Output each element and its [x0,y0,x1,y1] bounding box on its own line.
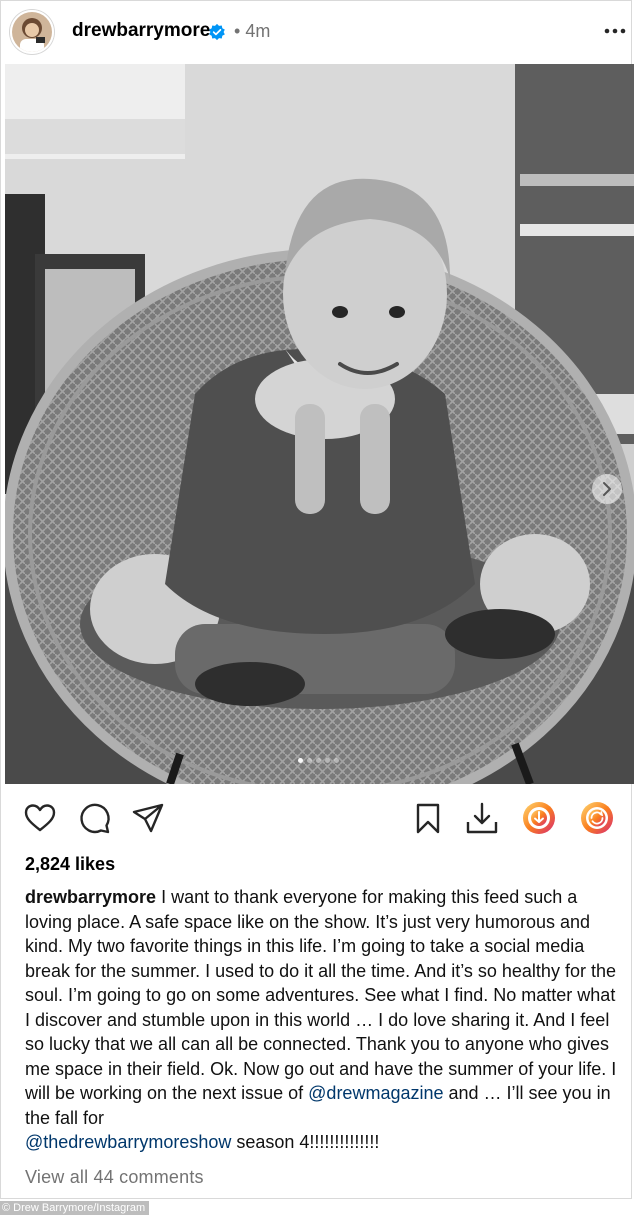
send-icon[interactable] [130,800,166,836]
username[interactable]: drewbarrymore [72,20,210,42]
carousel-indicator [1,758,634,766]
carousel-dot [306,758,312,763]
carousel-dot [324,758,330,763]
caption-text: I want to thank everyone for making this… [25,887,617,1103]
repost-icon[interactable] [579,800,615,836]
download-icon[interactable] [464,800,500,836]
bookmark-icon[interactable] [410,800,446,836]
photo-illustration [5,64,634,784]
post-header: drewbarrymore • 4m [1,1,633,63]
verified-badge-icon [209,23,225,41]
mention-link-drewmagazine[interactable]: @drewmagazine [308,1083,443,1103]
download-circle-icon[interactable] [521,800,557,836]
more-options-icon[interactable] [601,21,629,41]
chevron-right-icon [603,482,611,496]
carousel-dot [315,758,321,763]
post-timestamp: • 4m [234,21,270,42]
caption-username[interactable]: drewbarrymore [25,887,156,907]
post-photo[interactable] [5,64,634,784]
comment-icon[interactable] [76,800,112,836]
time-ago: 4m [245,21,271,41]
caption-text-3: season 4!!!!!!!!!!!!!! [231,1132,380,1152]
post-caption: drewbarrymore I want to thank everyone f… [25,885,621,1155]
view-comments-link[interactable]: View all 44 comments [25,1167,204,1188]
separator-dot: • [234,21,241,41]
likes-count[interactable]: 2,824 likes [25,854,115,875]
heart-icon[interactable] [22,800,58,836]
action-bar [1,796,633,840]
post-card: drewbarrymore • 4m 2,824 likes drewbarry… [0,0,634,1199]
avatar[interactable] [10,10,54,54]
mention-link-thedrewbarrymoreshow[interactable]: @thedrewbarrymoreshow [25,1132,231,1152]
carousel-dot [333,758,339,763]
photo-credit: © Drew Barrymore/Instagram [0,1201,150,1215]
carousel-next-button[interactable] [592,474,622,504]
carousel-dot [297,758,303,763]
